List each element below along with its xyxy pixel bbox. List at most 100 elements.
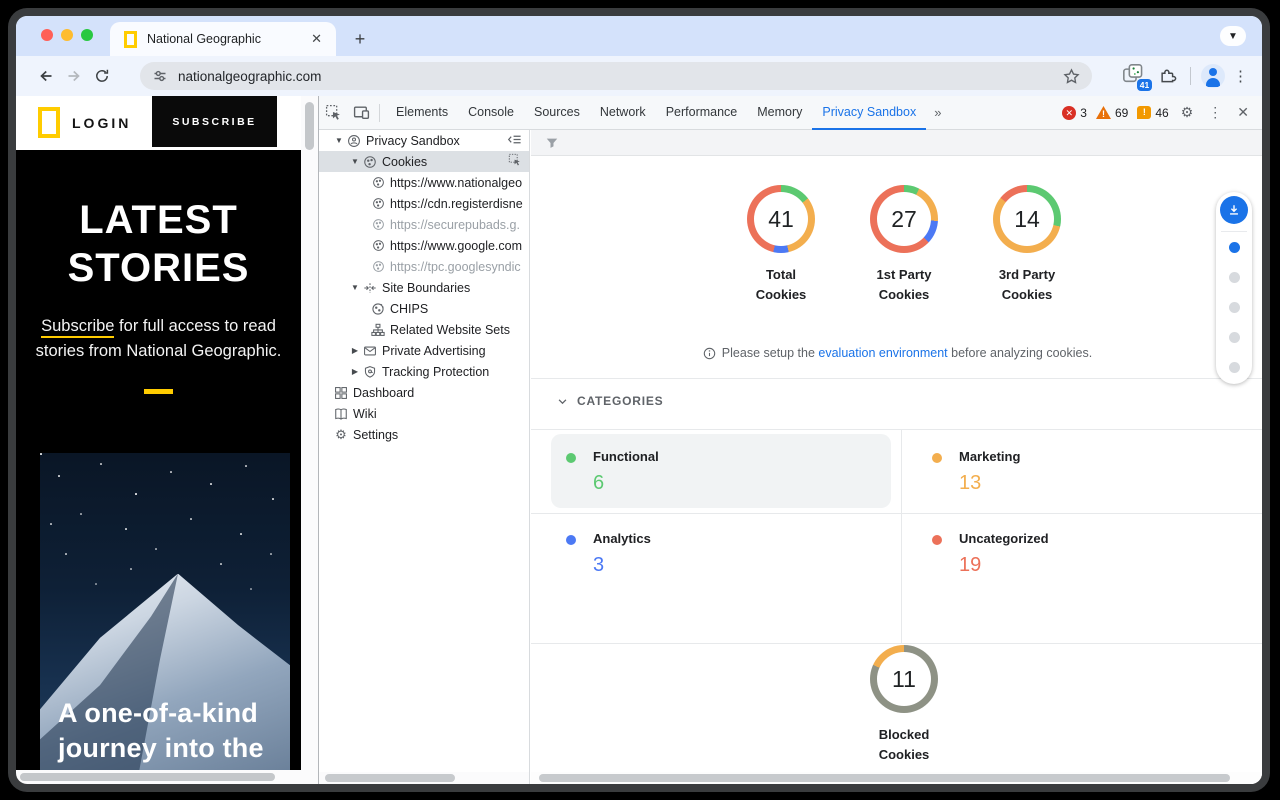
sidebar-item-cookie-origin[interactable]: https://securepubads.g. bbox=[319, 214, 529, 235]
tab-sources[interactable]: Sources bbox=[524, 96, 590, 130]
tab-close-icon[interactable]: ✕ bbox=[307, 29, 326, 49]
devtools-close-button[interactable]: ✕ bbox=[1234, 104, 1252, 121]
cookie-count-badge: 41 bbox=[1137, 79, 1152, 91]
minimize-window-button[interactable] bbox=[61, 29, 73, 41]
sidebar-item-private-advertising[interactable]: ▶ Private Advertising bbox=[319, 340, 529, 361]
forward-button[interactable] bbox=[60, 62, 88, 90]
page-horizontal-scrollbar-thumb[interactable] bbox=[20, 773, 275, 781]
more-tabs-button[interactable]: » bbox=[926, 105, 949, 120]
evaluation-environment-link[interactable]: evaluation environment bbox=[818, 346, 947, 360]
tab-network[interactable]: Network bbox=[590, 96, 656, 130]
tab-privacy-sandbox[interactable]: Privacy Sandbox bbox=[812, 96, 926, 130]
back-icon bbox=[38, 68, 54, 84]
category-functional[interactable]: Functional 6 bbox=[531, 432, 861, 512]
issues-badge[interactable]: !46 bbox=[1137, 106, 1168, 120]
tab-performance[interactable]: Performance bbox=[656, 96, 748, 130]
sidebar-item-cookie-origin[interactable]: https://www.nationalgeo bbox=[319, 172, 529, 193]
sitemap-icon bbox=[370, 322, 386, 338]
sidebar-item-cookie-origin[interactable]: https://www.google.com bbox=[319, 235, 529, 256]
category-uncategorized[interactable]: Uncategorized 19 bbox=[897, 514, 1227, 594]
sidebar-item-dashboard[interactable]: Dashboard bbox=[319, 382, 529, 403]
subscribe-button[interactable]: SUBSCRIBE bbox=[152, 96, 277, 147]
page-header: LOGIN SUBSCRIBE bbox=[16, 96, 318, 150]
category-analytics[interactable]: Analytics 3 bbox=[531, 514, 861, 594]
main-horizontal-scrollbar[interactable] bbox=[531, 772, 1262, 784]
natgeo-logo[interactable] bbox=[38, 107, 60, 138]
sidebar-item-chips[interactable]: CHIPS bbox=[319, 298, 529, 319]
category-marketing[interactable]: Marketing 13 bbox=[897, 432, 1227, 512]
devtools-menu-button[interactable]: ⋮ bbox=[1205, 104, 1225, 121]
profile-button[interactable] bbox=[1199, 62, 1227, 90]
sidebar-horizontal-scrollbar[interactable] bbox=[319, 772, 529, 784]
collapse-sidebar-icon[interactable] bbox=[507, 132, 522, 150]
sidebar-item-tracking-protection[interactable]: ▶ Tracking Protection bbox=[319, 361, 529, 382]
story-card[interactable]: A one-of-a-kind journey into the Amazon bbox=[40, 453, 290, 784]
gear-icon: ⚙ bbox=[1181, 104, 1194, 120]
close-window-button[interactable] bbox=[41, 29, 53, 41]
sidebar-item-related-website-sets[interactable]: Related Website Sets bbox=[319, 319, 529, 340]
forward-icon bbox=[66, 68, 82, 84]
yellow-divider-dash bbox=[144, 389, 173, 394]
maximize-window-button[interactable] bbox=[81, 29, 93, 41]
chevron-down-icon bbox=[557, 396, 568, 407]
section-dot-1[interactable] bbox=[1229, 242, 1240, 253]
cookie-analysis-extension-button[interactable]: 41 bbox=[1122, 63, 1148, 89]
divider bbox=[379, 104, 380, 122]
device-toolbar-button[interactable] bbox=[347, 100, 375, 126]
section-dot-5[interactable] bbox=[1229, 362, 1240, 373]
tab-elements[interactable]: Elements bbox=[386, 96, 458, 130]
extensions-button[interactable] bbox=[1154, 62, 1182, 90]
sidebar-item-cookies[interactable]: ▼ Cookies bbox=[319, 151, 529, 172]
new-tab-button[interactable]: + bbox=[346, 25, 374, 53]
sidebar-horizontal-scrollbar-thumb[interactable] bbox=[325, 774, 455, 782]
inspect-frame-icon[interactable] bbox=[508, 153, 522, 170]
tracking-protection-shield-icon bbox=[362, 364, 378, 380]
reload-button[interactable] bbox=[88, 62, 116, 90]
bookmark-star-button[interactable] bbox=[1060, 65, 1082, 87]
donut-chart: 11 bbox=[870, 645, 938, 713]
sidebar-item-wiki[interactable]: Wiki bbox=[319, 403, 529, 424]
divider bbox=[531, 643, 1262, 644]
divider bbox=[1190, 67, 1191, 85]
chevron-collapsed-icon[interactable]: ▶ bbox=[350, 367, 360, 376]
filter-button[interactable] bbox=[541, 130, 563, 156]
section-dot-4[interactable] bbox=[1229, 332, 1240, 343]
chevron-collapsed-icon[interactable]: ▶ bbox=[350, 346, 360, 355]
console-errors-badge[interactable]: ✕3 bbox=[1062, 106, 1087, 120]
download-report-button[interactable] bbox=[1220, 196, 1248, 224]
divider bbox=[1221, 231, 1247, 232]
chevron-expanded-icon[interactable]: ▼ bbox=[334, 136, 344, 145]
subscribe-link[interactable]: Subscribe bbox=[41, 317, 114, 338]
sidebar-item-settings[interactable]: ⚙ Settings bbox=[319, 424, 529, 445]
privacy-sandbox-icon bbox=[346, 133, 362, 149]
setup-info-note: Please setup the evaluation environment … bbox=[531, 346, 1262, 360]
cookie-icon bbox=[362, 154, 378, 170]
tab-search-chevron-icon[interactable]: ▼ bbox=[1220, 26, 1246, 46]
page-horizontal-scrollbar[interactable] bbox=[16, 770, 318, 784]
sidebar-item-site-boundaries[interactable]: ▼ Site Boundaries bbox=[319, 277, 529, 298]
chevron-expanded-icon[interactable]: ▼ bbox=[350, 157, 360, 166]
chrome-menu-button[interactable]: ⋮ bbox=[1227, 67, 1262, 85]
tab-console[interactable]: Console bbox=[458, 96, 524, 130]
tab-memory[interactable]: Memory bbox=[747, 96, 812, 130]
categories-section-header[interactable]: CATEGORIES bbox=[557, 394, 663, 408]
page-vertical-scrollbar[interactable] bbox=[301, 96, 318, 770]
devtools-settings-button[interactable]: ⚙ bbox=[1178, 104, 1197, 121]
browser-tab[interactable]: National Geographic ✕ bbox=[110, 22, 336, 56]
back-button[interactable] bbox=[32, 62, 60, 90]
sidebar-item-cookie-origin[interactable]: https://tpc.googlesyndic bbox=[319, 256, 529, 277]
page-vertical-scrollbar-thumb[interactable] bbox=[305, 102, 314, 150]
book-icon bbox=[333, 406, 349, 422]
section-dot-2[interactable] bbox=[1229, 272, 1240, 283]
sidebar-item-privacy-sandbox[interactable]: ▼ Privacy Sandbox bbox=[319, 130, 529, 151]
cookie-icon bbox=[370, 175, 386, 191]
main-horizontal-scrollbar-thumb[interactable] bbox=[539, 774, 1230, 782]
console-warnings-badge[interactable]: !69 bbox=[1096, 106, 1128, 120]
funnel-icon bbox=[545, 136, 559, 150]
inspect-element-button[interactable] bbox=[319, 100, 347, 126]
section-dot-3[interactable] bbox=[1229, 302, 1240, 313]
chevron-expanded-icon[interactable]: ▼ bbox=[350, 283, 360, 292]
address-bar[interactable]: nationalgeographic.com bbox=[140, 62, 1092, 90]
sidebar-item-cookie-origin[interactable]: https://cdn.registerdisne bbox=[319, 193, 529, 214]
login-button[interactable]: LOGIN bbox=[72, 115, 131, 131]
